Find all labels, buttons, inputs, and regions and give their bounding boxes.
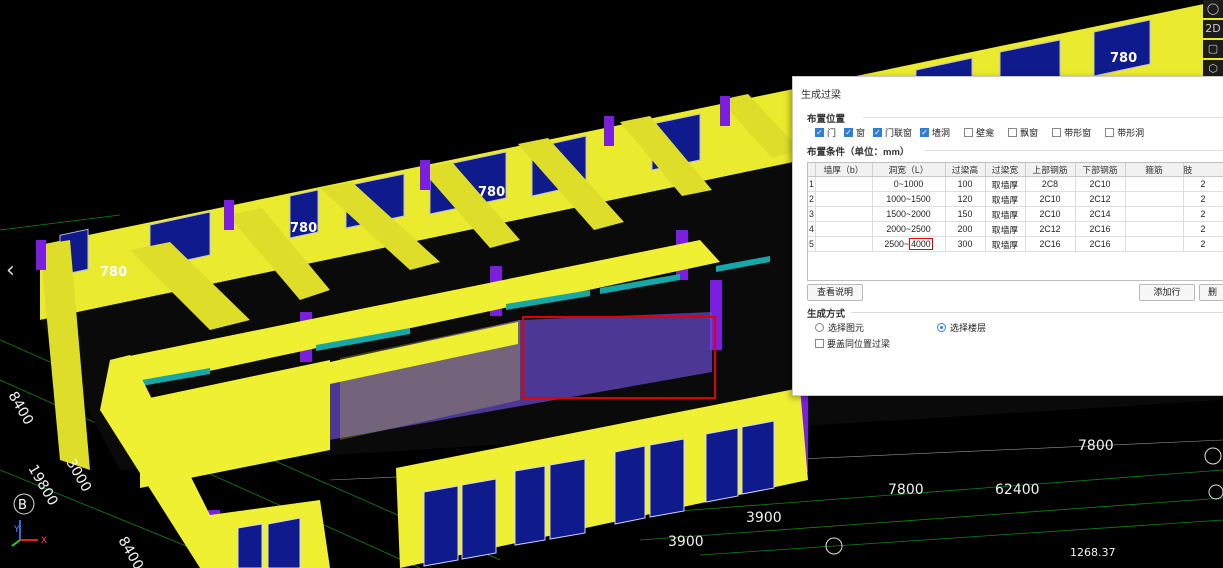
table-row[interactable]: 2 1000~1500 120 取墙厚 2C10 2C12 2: [808, 191, 1223, 207]
checkbox-icon: ✓: [873, 128, 883, 137]
table-row[interactable]: 1 0~1000 100 取墙厚 2C8 2C10 2: [808, 176, 1223, 192]
opening-width-cell[interactable]: 2500~ 4000: [872, 236, 946, 252]
dimension-label: 62400: [995, 482, 1040, 498]
column-header: 过梁高: [945, 163, 986, 177]
option-door-window[interactable]: ✓ 门联窗: [873, 126, 912, 139]
lintel-rules-table: 墙厚（b） 洞宽（L） 过梁高 过梁宽 上部钢筋 下部钢筋 箍筋 肢 1 0~10…: [807, 162, 1223, 281]
column-header: 肢: [1183, 163, 1223, 177]
checkbox-icon: ✓: [920, 128, 930, 137]
option-wall-opening[interactable]: ✓ 墙洞: [920, 126, 950, 139]
overwrite-lintel-checkbox[interactable]: 要盖同位置过梁: [815, 337, 890, 350]
checkbox-icon: [964, 128, 974, 137]
column-header: 箍筋: [1125, 163, 1184, 177]
dimension-label: 1268.37: [1070, 546, 1116, 559]
table-row[interactable]: 5 2500~ 4000 300 取墙厚 2C16 2C16 2: [808, 236, 1223, 252]
checkbox-icon: [1105, 128, 1115, 137]
option-window[interactable]: ✓ 窗: [844, 126, 865, 139]
dimension-label: 3900: [746, 510, 782, 526]
view-box-icon[interactable]: ▢: [1203, 40, 1223, 58]
svg-text:Y: Y: [13, 525, 20, 535]
column-header: 上部钢筋: [1025, 163, 1076, 177]
table-row[interactable]: 4 2000~2500 200 取墙厚 2C12 2C16 2: [808, 221, 1223, 237]
view-sphere-icon[interactable]: ◯: [1203, 0, 1223, 18]
add-row-button[interactable]: 添加行: [1139, 284, 1195, 301]
method-select-elements[interactable]: 选择图元: [815, 321, 864, 334]
dimension-label: 3900: [668, 534, 704, 550]
option-strip-opening[interactable]: 带形洞: [1105, 126, 1144, 139]
room-label: 780: [1110, 51, 1137, 66]
table-header: 墙厚（b） 洞宽（L） 过梁高 过梁宽 上部钢筋 下部钢筋 箍筋 肢: [808, 163, 1223, 177]
generate-lintel-dialog: 生成过梁 布置位置 ✓ 门 ✓ 窗 ✓ 门联窗 ✓ 墙洞 壁龛 飘窗 带形窗 带形洞 布…: [792, 76, 1223, 396]
option-niche[interactable]: 壁龛: [964, 126, 994, 139]
delete-row-button[interactable]: 删: [1199, 284, 1223, 301]
method-select-floors[interactable]: 选择楼层: [937, 321, 986, 334]
axis-bubble-label: B: [18, 498, 27, 513]
edited-value-highlight: 4000: [909, 238, 933, 250]
checkbox-icon: [1008, 128, 1018, 137]
option-bay-window[interactable]: 飘窗: [1008, 126, 1038, 139]
radio-icon: [815, 323, 824, 332]
column-header: 下部钢筋: [1075, 163, 1126, 177]
position-options: ✓ 门 ✓ 窗 ✓ 门联窗 ✓ 墙洞 壁龛 飘窗 带形窗 带形洞: [815, 126, 1152, 139]
checkbox-icon: [815, 339, 824, 348]
room-label: 780: [100, 265, 127, 280]
column-header: 过梁宽: [985, 163, 1026, 177]
axes-gizmo-icon: Y X: [11, 520, 47, 547]
checkbox-icon: [1052, 128, 1062, 137]
table-row[interactable]: 3 1500~2000 150 取墙厚 2C10 2C14 2: [808, 206, 1223, 222]
previous-view-button[interactable]: ‹: [6, 258, 15, 283]
dimension-label: 7800: [888, 482, 924, 498]
section-method-title: 生成方式: [807, 309, 846, 320]
radio-icon: [937, 323, 946, 332]
svg-text:X: X: [41, 536, 47, 546]
column-header: 洞宽（L）: [872, 163, 946, 177]
option-strip-window[interactable]: 带形窗: [1052, 126, 1091, 139]
checkbox-icon: ✓: [844, 128, 854, 137]
dimension-label: 19800: [25, 462, 61, 509]
column-header: 墙厚（b）: [815, 163, 873, 177]
dimension-label: 8400: [5, 389, 37, 428]
dimension-label: 3000: [63, 456, 95, 495]
option-door[interactable]: ✓ 门: [815, 126, 836, 139]
dialog-title: 生成过梁: [801, 90, 841, 101]
dimension-label: 7800: [1078, 438, 1114, 454]
section-position-title: 布置位置: [807, 114, 846, 125]
dimension-label: 8400: [115, 534, 147, 568]
section-condition-title: 布置条件（单位：mm）: [807, 147, 910, 158]
view-2d-icon[interactable]: 2D: [1203, 20, 1223, 38]
checkbox-icon: ✓: [815, 128, 824, 137]
room-label: 780: [290, 221, 317, 236]
view-help-button[interactable]: 查看说明: [807, 284, 863, 301]
